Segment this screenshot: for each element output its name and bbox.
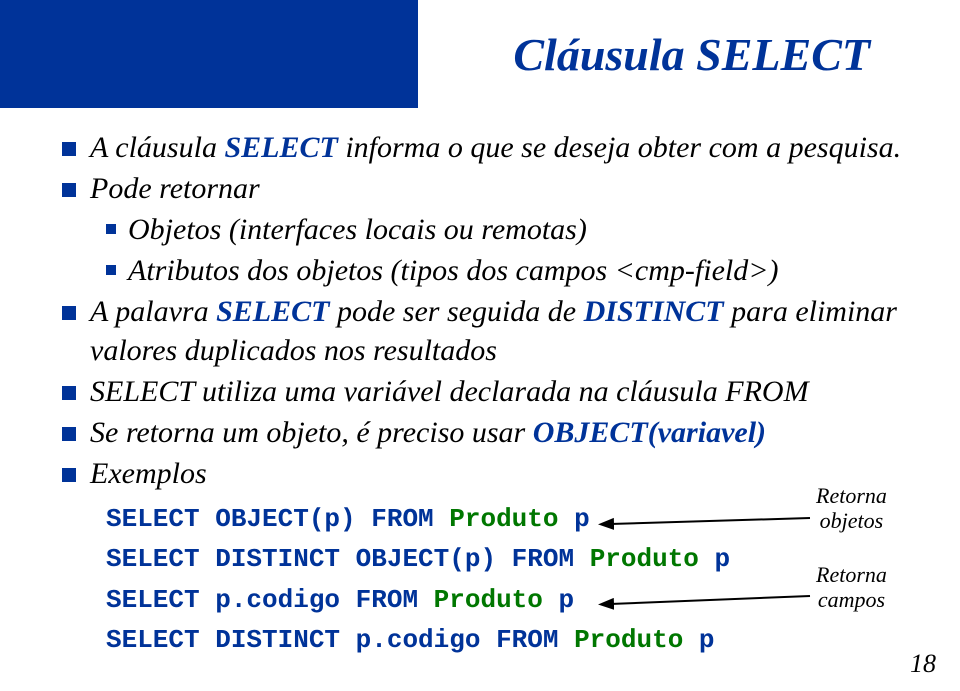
arrow-icon <box>600 510 820 540</box>
bullet-icon <box>62 306 76 320</box>
keyword: SELECT <box>224 131 337 164</box>
bullet-text: Atributos dos objetos (tipos dos campos … <box>128 251 778 290</box>
bullet-icon <box>62 183 76 197</box>
bullet-icon <box>106 265 116 275</box>
content-area: A cláusula SELECT informa o que se desej… <box>62 128 902 660</box>
keyword: OBJECT(variavel) <box>533 416 766 449</box>
header-band <box>0 0 418 108</box>
page-number: 18 <box>910 649 936 679</box>
bullet-text: A palavra SELECT pode ser seguida de DIS… <box>90 292 902 370</box>
bullet-icon <box>106 224 116 234</box>
code-line: SELECT DISTINCT OBJECT(p) FROM Produto p <box>106 539 902 579</box>
bullet-icon <box>62 142 76 156</box>
bullet-item: A cláusula SELECT informa o que se desej… <box>62 128 902 167</box>
arrow-icon <box>600 590 820 620</box>
bullet-icon <box>62 386 76 400</box>
bullet-icon <box>62 427 76 441</box>
sub-bullet-item: Objetos (interfaces locais ou remotas) <box>106 210 902 249</box>
bullet-item: Exemplos <box>62 454 902 493</box>
bullet-text: A cláusula SELECT informa o que se desej… <box>90 128 901 167</box>
keyword: SELECT <box>216 295 329 328</box>
slide-title: Cláusula SELECT <box>513 28 870 81</box>
bullet-text: Exemplos <box>90 454 207 493</box>
bullet-item: Pode retornar <box>62 169 902 208</box>
bullet-item: A palavra SELECT pode ser seguida de DIS… <box>62 292 902 370</box>
annotation-retorna-objetos: Retornaobjetos <box>816 483 887 534</box>
sub-bullet-item: Atributos dos objetos (tipos dos campos … <box>106 251 902 290</box>
bullet-item: Se retorna um objeto, é preciso usar OBJ… <box>62 413 902 452</box>
bullet-text: Pode retornar <box>90 169 260 208</box>
bullet-text: SELECT utiliza uma variável declarada na… <box>90 372 809 411</box>
code-line: SELECT DISTINCT p.codigo FROM Produto p <box>106 620 902 660</box>
bullet-text: Objetos (interfaces locais ou remotas) <box>128 210 587 249</box>
bullet-text: Se retorna um objeto, é preciso usar OBJ… <box>90 413 766 452</box>
bullet-icon <box>62 468 76 482</box>
annotation-retorna-campos: Retornacampos <box>816 562 887 613</box>
keyword: DISTINCT <box>584 295 724 328</box>
bullet-item: SELECT utiliza uma variável declarada na… <box>62 372 902 411</box>
